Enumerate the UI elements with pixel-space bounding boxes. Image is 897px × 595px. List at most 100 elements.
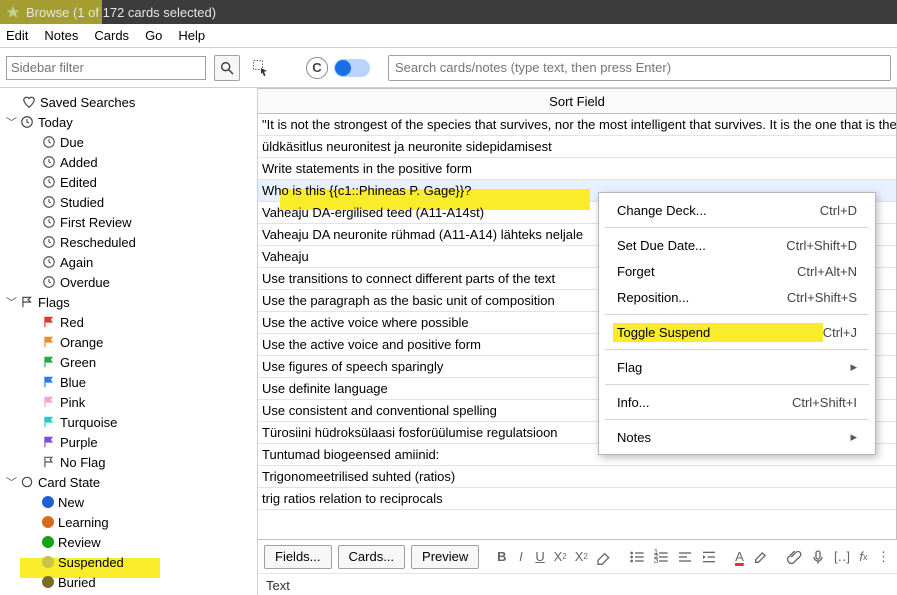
clear-format-button[interactable] xyxy=(595,545,613,569)
menu-separator xyxy=(605,419,869,420)
sidebar-flag-item[interactable]: Green xyxy=(0,352,257,372)
flag-icon xyxy=(20,295,34,309)
table-row[interactable]: trig ratios relation to reciprocals xyxy=(258,488,896,510)
sidebar-state-item[interactable]: New xyxy=(0,492,257,512)
row-text: Trigonomeetrilised suhted (ratios) xyxy=(262,469,455,484)
sidebar-today[interactable]: ﹀ Today xyxy=(0,112,257,132)
fx-button[interactable]: fx xyxy=(857,545,870,569)
clock-icon xyxy=(42,175,56,189)
highlight-button[interactable] xyxy=(752,545,770,569)
row-text: Vaheaju xyxy=(262,249,309,264)
context-menu-item[interactable]: Reposition...Ctrl+Shift+S xyxy=(599,284,875,310)
menu-help[interactable]: Help xyxy=(178,28,205,43)
sidebar-label: Today xyxy=(38,115,73,130)
context-menu-item[interactable]: Flag xyxy=(599,354,875,380)
menu-separator xyxy=(605,384,869,385)
fields-button[interactable]: Fields... xyxy=(264,545,332,569)
ul-button[interactable] xyxy=(628,545,646,569)
sidebar-filter-input[interactable] xyxy=(6,56,206,80)
record-button[interactable] xyxy=(809,545,827,569)
sidebar-state-item[interactable]: Review xyxy=(0,532,257,552)
sidebar-label: New xyxy=(58,495,84,510)
sidebar-today-item[interactable]: Studied xyxy=(0,192,257,212)
cards-notes-toggle[interactable] xyxy=(334,59,370,77)
select-tool-button[interactable] xyxy=(248,55,274,81)
context-menu-item[interactable]: Set Due Date...Ctrl+Shift+D xyxy=(599,232,875,258)
menu-cards[interactable]: Cards xyxy=(94,28,129,43)
underline-button[interactable]: U xyxy=(534,545,547,569)
sidebar-flag-item[interactable]: Blue xyxy=(0,372,257,392)
ol-button[interactable]: 123 xyxy=(652,545,670,569)
table-row[interactable]: Trigonomeetrilised suhted (ratios) xyxy=(258,466,896,488)
row-text: Use the active voice and positive form xyxy=(262,337,481,352)
table-row[interactable]: üldkäsitlus neuronitest ja neuronite sid… xyxy=(258,136,896,158)
italic-button[interactable]: I xyxy=(514,545,527,569)
row-text: üldkäsitlus neuronitest ja neuronite sid… xyxy=(262,139,552,154)
more-button[interactable]: ⋮ xyxy=(876,545,891,569)
menu-notes[interactable]: Notes xyxy=(44,28,78,43)
row-text: Use figures of speech sparingly xyxy=(262,359,443,374)
sidebar-today-item[interactable]: Due xyxy=(0,132,257,152)
caret-down-icon[interactable]: ﹀ xyxy=(6,294,16,310)
bold-button[interactable]: B xyxy=(495,545,508,569)
sidebar-state-item[interactable]: Learning xyxy=(0,512,257,532)
menu-item-label: Forget xyxy=(617,264,797,279)
text-color-button[interactable]: A xyxy=(733,545,746,569)
sidebar-flags[interactable]: ﹀ Flags xyxy=(0,292,257,312)
table-row[interactable]: Write statements in the positive form xyxy=(258,158,896,180)
clock-icon xyxy=(42,195,56,209)
caret-down-icon[interactable]: ﹀ xyxy=(6,474,16,490)
sidebar-state-item[interactable]: Buried xyxy=(0,572,257,592)
sidebar-today-item[interactable]: Overdue xyxy=(0,272,257,292)
sidebar-flag-item[interactable]: Pink xyxy=(0,392,257,412)
caret-down-icon[interactable]: ﹀ xyxy=(6,114,16,130)
search-button[interactable] xyxy=(214,55,240,81)
sidebar-label: Learning xyxy=(58,515,109,530)
preview-button[interactable]: Preview xyxy=(411,545,479,569)
menu-item-shortcut: Ctrl+D xyxy=(820,203,857,218)
menu-edit[interactable]: Edit xyxy=(6,28,28,43)
superscript-button[interactable]: X2 xyxy=(553,545,568,569)
indent-button[interactable] xyxy=(700,545,718,569)
cloze-button[interactable]: [‥] xyxy=(833,545,851,569)
sidebar-flag-item[interactable]: Red xyxy=(0,312,257,332)
cards-button[interactable]: Cards... xyxy=(338,545,406,569)
subscript-button[interactable]: X2 xyxy=(574,545,589,569)
context-menu-item[interactable]: Change Deck...Ctrl+D xyxy=(599,197,875,223)
submenu-arrow-icon xyxy=(844,359,857,375)
menu-separator xyxy=(605,349,869,350)
menu-go[interactable]: Go xyxy=(145,28,162,43)
sidebar-label: Blue xyxy=(60,375,86,390)
attach-button[interactable] xyxy=(785,545,803,569)
context-menu-item[interactable]: Info...Ctrl+Shift+I xyxy=(599,389,875,415)
list-ul-icon xyxy=(629,549,645,565)
sidebar-today-item[interactable]: Added xyxy=(0,152,257,172)
search-icon xyxy=(219,60,235,76)
sidebar-flag-item[interactable]: Turquoise xyxy=(0,412,257,432)
align-button[interactable] xyxy=(676,545,694,569)
sidebar-today-item[interactable]: Rescheduled xyxy=(0,232,257,252)
sidebar-label: Edited xyxy=(60,175,97,190)
sidebar-flag-item[interactable]: Purple xyxy=(0,432,257,452)
menu-separator xyxy=(605,314,869,315)
sidebar-saved-searches[interactable]: Saved Searches xyxy=(0,92,257,112)
sidebar-today-item[interactable]: First Review xyxy=(0,212,257,232)
sidebar-today-item[interactable]: Again xyxy=(0,252,257,272)
sidebar-flag-item[interactable]: No Flag xyxy=(0,452,257,472)
sidebar-state-item[interactable]: Suspended xyxy=(0,552,257,572)
clock-icon xyxy=(20,115,34,129)
context-menu-item[interactable]: Toggle SuspendCtrl+J xyxy=(599,319,875,345)
sidebar-today-item[interactable]: Edited xyxy=(0,172,257,192)
sidebar-label: Again xyxy=(60,255,93,270)
menu-item-label: Toggle Suspend xyxy=(613,323,823,342)
context-menu-item[interactable]: ForgetCtrl+Alt+N xyxy=(599,258,875,284)
sidebar-label: Orange xyxy=(60,335,103,350)
sidebar-card-state[interactable]: ﹀ Card State xyxy=(0,472,257,492)
sidebar-flag-item[interactable]: Orange xyxy=(0,332,257,352)
table-row[interactable]: "It is not the strongest of the species … xyxy=(258,114,896,136)
flag-icon xyxy=(42,395,56,409)
context-menu-item[interactable]: Notes xyxy=(599,424,875,450)
grid-header[interactable]: Sort Field xyxy=(258,88,897,114)
search-input[interactable] xyxy=(388,55,891,81)
sidebar-label: First Review xyxy=(60,215,132,230)
